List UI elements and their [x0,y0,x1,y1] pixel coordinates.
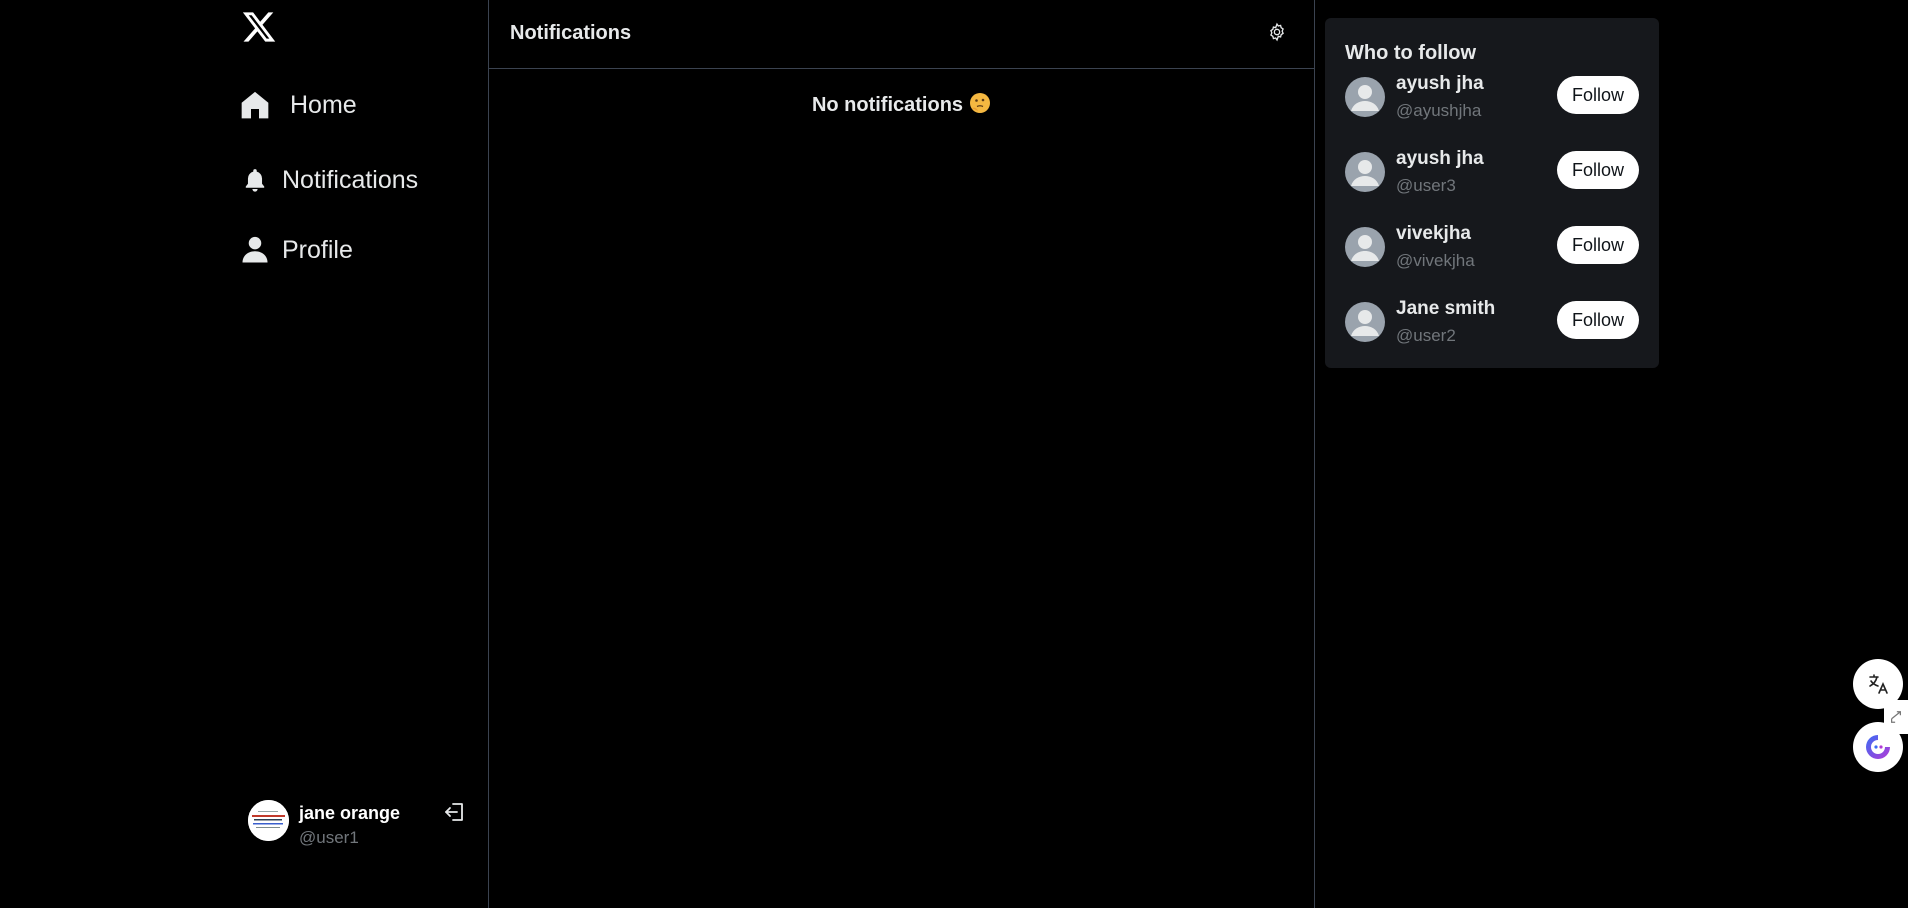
home-icon [238,88,272,122]
follow-button[interactable]: Follow [1557,151,1639,189]
nav-home[interactable]: Home [238,88,357,122]
suggestion-row[interactable]: ayush jha @user3 Follow [1345,148,1645,208]
follow-button[interactable]: Follow [1557,76,1639,114]
nav-profile[interactable]: Profile [238,233,353,267]
account-handle: @user1 [299,828,359,847]
user-icon [238,233,272,267]
follow-button[interactable]: Follow [1557,301,1639,339]
follow-button[interactable]: Follow [1557,226,1639,264]
settings-gear-icon[interactable] [1267,22,1289,44]
nav-notifications[interactable]: Notifications [238,163,418,197]
nav-notifications-label: Notifications [282,165,419,194]
suggestion-row[interactable]: ayush jha @ayushjha Follow [1345,73,1645,133]
main-column: Notifications No notifications [489,0,1315,908]
empty-state-text: No notifications [811,94,964,116]
logout-icon[interactable] [443,800,469,826]
avatar [248,800,289,841]
suggestion-handle: @ayushjha [1396,101,1482,120]
x-logo-icon[interactable] [241,9,277,45]
account-switcher[interactable]: jane orange @user1 [248,798,473,848]
bell-icon [238,163,272,197]
default-avatar-icon [1345,152,1385,192]
nav-profile-label: Profile [282,235,353,264]
suggestion-name: Jane smith [1396,298,1496,319]
suggestion-row[interactable]: vivekjha @vivekjha Follow [1345,223,1645,283]
who-to-follow-card: Who to follow ayush jha @ayushjha Follow… [1325,18,1659,368]
default-avatar-icon [1345,227,1385,267]
empty-state: No notifications [489,92,1314,117]
nav-home-label: Home [290,90,357,119]
page-title: Notifications [510,22,632,44]
thinking-face-icon [969,92,991,114]
who-to-follow-title: Who to follow [1345,42,1477,64]
default-avatar-icon [1345,77,1385,117]
suggestion-handle: @user3 [1396,176,1456,195]
main-header: Notifications [489,0,1314,69]
suggestion-row[interactable]: Jane smith @user2 Follow [1345,298,1645,358]
assistant-logo-icon[interactable] [1853,722,1903,772]
suggestion-name: ayush jha [1396,73,1484,94]
suggestion-name: vivekjha [1396,223,1471,244]
sidebar: Home Notifications Profile jane orange @… [0,0,489,908]
default-avatar-icon [1345,302,1385,342]
suggestion-handle: @user2 [1396,326,1456,345]
suggestion-name: ayush jha [1396,148,1484,169]
suggestion-handle: @vivekjha [1396,251,1475,270]
account-name: jane orange [299,803,401,823]
